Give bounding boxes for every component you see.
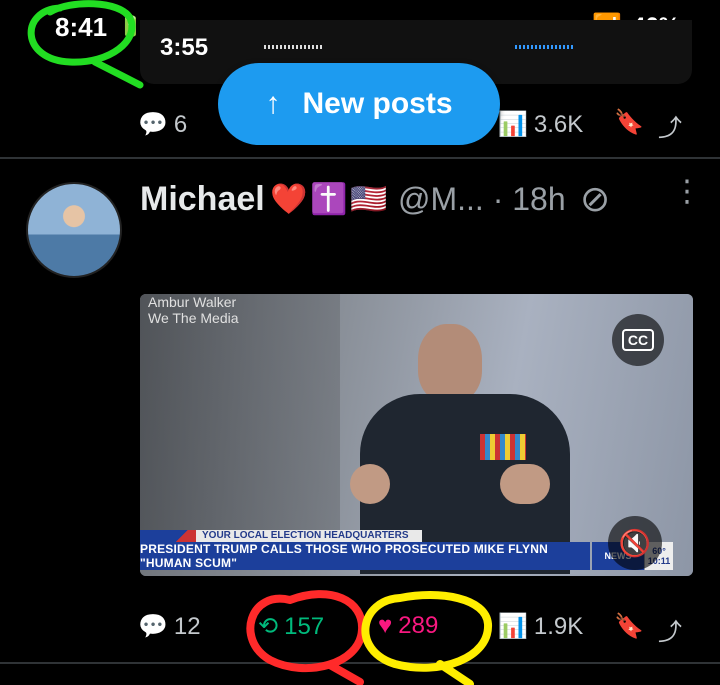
like-button[interactable]: ♥ 289 bbox=[378, 612, 438, 640]
author-handle[interactable]: @M... · 18h bbox=[398, 181, 566, 218]
video-background-shadow bbox=[140, 294, 340, 534]
watermark-line2: We The Media bbox=[148, 310, 239, 326]
video-duration: 3:55 bbox=[160, 34, 209, 61]
mute-toggle[interactable]: 🔇 bbox=[608, 516, 662, 570]
watermark-line1: Ambur Walker bbox=[148, 294, 237, 310]
chyron-header: YOUR LOCAL ELECTION HEADQUARTERS bbox=[196, 530, 422, 542]
reply-button[interactable]: 💬 6 bbox=[138, 110, 187, 139]
bookmark-button[interactable]: 🔖 bbox=[614, 108, 644, 137]
share-icon: ⤴ bbox=[658, 619, 682, 646]
post-divider bbox=[0, 662, 720, 664]
audio-waveform bbox=[515, 45, 573, 49]
bookmark-icon: 🔖 bbox=[614, 613, 644, 640]
post-time: 18h bbox=[512, 181, 566, 217]
reply-count: 12 bbox=[173, 612, 201, 640]
views-button[interactable]: 📊 3.6K bbox=[498, 110, 583, 139]
reply-button[interactable]: 💬 12 bbox=[138, 612, 201, 641]
avatar[interactable] bbox=[26, 182, 122, 278]
arrow-up-icon: ↑ bbox=[265, 87, 281, 120]
post-divider bbox=[0, 157, 720, 159]
views-count: 1.9K bbox=[533, 612, 584, 640]
like-count: 289 bbox=[398, 612, 439, 639]
views-button[interactable]: 📊 1.9K bbox=[498, 612, 583, 641]
separator-dot: · bbox=[492, 181, 504, 217]
subject-hand bbox=[500, 464, 550, 504]
reply-count: 6 bbox=[173, 110, 188, 138]
share-button[interactable]: ⤴ bbox=[658, 612, 682, 647]
speaker-muted-icon: 🔇 bbox=[618, 527, 652, 558]
subject-hand-left bbox=[350, 464, 390, 504]
heart-icon: ♥ bbox=[378, 612, 393, 639]
share-button[interactable]: ⤴ bbox=[658, 108, 682, 143]
share-icon: ⤴ bbox=[658, 115, 682, 142]
repost-count: 157 bbox=[284, 612, 325, 640]
subject-head bbox=[418, 324, 482, 402]
views-icon: 📊 bbox=[498, 111, 528, 138]
grok-icon[interactable]: ⊘ bbox=[580, 178, 610, 220]
heart-emoji: ❤️ bbox=[270, 183, 308, 216]
reply-icon: 💬 bbox=[138, 613, 168, 640]
views-count: 3.6K bbox=[533, 110, 584, 138]
chyron-headline: PRESIDENT TRUMP CALLS THOSE WHO PROSECUT… bbox=[140, 542, 590, 570]
audio-waveform bbox=[264, 45, 322, 49]
repost-button[interactable]: ⟲ 157 bbox=[258, 612, 324, 641]
repost-icon: ⟲ bbox=[258, 613, 279, 640]
more-options-button[interactable]: ⋮ bbox=[672, 177, 702, 207]
new-posts-button[interactable]: ↑ New posts bbox=[218, 63, 500, 145]
bookmark-button[interactable]: 🔖 bbox=[614, 612, 644, 641]
post-video[interactable]: Ambur Walker We The Media CC YOUR LOCAL … bbox=[140, 294, 693, 576]
subject-ribbons bbox=[480, 434, 526, 460]
author-name[interactable]: Michael bbox=[140, 180, 265, 219]
bookmark-icon: 🔖 bbox=[614, 109, 644, 136]
views-icon: 📊 bbox=[498, 613, 528, 640]
new-posts-label: New posts bbox=[302, 87, 453, 120]
flag-emoji: 🇺🇸 bbox=[350, 183, 388, 216]
cc-icon: CC bbox=[621, 329, 655, 351]
captions-button[interactable]: CC bbox=[612, 314, 664, 366]
handle-text: @M... bbox=[398, 181, 484, 217]
cross-emoji: ✝️ bbox=[310, 183, 348, 216]
reply-icon: 💬 bbox=[138, 111, 168, 138]
status-time: 8:41 bbox=[55, 12, 108, 42]
